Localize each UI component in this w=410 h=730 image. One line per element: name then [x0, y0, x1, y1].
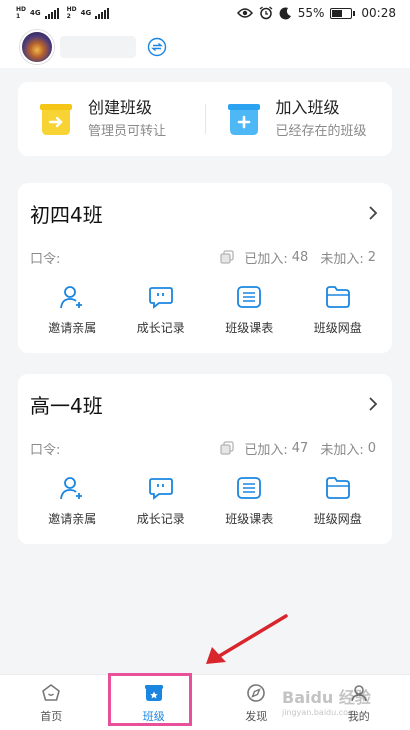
chevron-right-icon[interactable] — [368, 205, 378, 221]
password-label: 口令: — [30, 442, 61, 458]
tool-label: 班级网盘 — [313, 321, 362, 335]
joined-label: 已加入: — [244, 251, 288, 267]
alarm-icon — [259, 6, 273, 20]
create-class-title: 创建班级 — [88, 97, 153, 117]
not-joined-count: 2 — [367, 249, 376, 265]
class-drive-button[interactable]: 班级网盘 — [294, 283, 383, 339]
battery-percent: 55% — [297, 6, 325, 20]
class-tools: 邀请亲属 成长记录 班级课表 班级网盘 — [28, 283, 382, 339]
tool-label: 成长记录 — [136, 512, 185, 526]
join-class-icon — [227, 104, 260, 135]
sim2-label: HD — [66, 6, 77, 13]
create-class-subtitle: 管理员可转让 — [88, 123, 167, 139]
growth-record-button[interactable]: 成长记录 — [117, 283, 206, 339]
username-placeholder — [60, 36, 136, 58]
battery-icon — [330, 7, 356, 19]
top-bar — [0, 26, 410, 68]
nav-home[interactable]: 首页 — [0, 675, 103, 730]
annotation-arrow — [206, 614, 288, 664]
highlight-box — [108, 673, 192, 726]
eye-icon — [236, 8, 253, 18]
class-name: 高一4班 — [30, 393, 103, 418]
home-icon — [40, 682, 62, 704]
class-name: 初四4班 — [30, 202, 103, 227]
class-header[interactable]: 高一4班 — [30, 388, 378, 420]
password-label: 口令: — [30, 251, 61, 267]
net1-label: 4G — [30, 9, 41, 17]
watermark: Baidu 经验 jingyan.baidu.com — [282, 678, 406, 724]
invite-icon — [57, 474, 87, 502]
sim1-number: 1 — [16, 13, 21, 20]
join-class-button[interactable]: 加入班级 已经存在的班级 — [206, 82, 393, 156]
status-bar: HD 1 4G HD 2 4G 55% 00:28 — [0, 0, 410, 26]
nav-discover-label: 发现 — [245, 709, 268, 723]
nav-home-label: 首页 — [40, 709, 63, 723]
watermark-subtext: jingyan.baidu.com — [282, 708, 356, 717]
create-class-icon — [40, 104, 72, 135]
join-class-title: 加入班级 — [275, 97, 340, 117]
sim1-label: HD — [16, 6, 27, 13]
copy-icon[interactable] — [220, 441, 235, 455]
schedule-icon — [234, 283, 264, 311]
not-joined-label: 未加入: — [320, 251, 364, 267]
class-info-row: 口令: 已加入: 47 未加入: 0 — [30, 438, 376, 458]
tool-label: 成长记录 — [136, 321, 185, 335]
folder-icon — [323, 283, 353, 311]
class-schedule-button[interactable]: 班级课表 — [205, 283, 294, 339]
status-time: 00:28 — [361, 6, 396, 20]
join-class-subtitle: 已经存在的班级 — [275, 123, 367, 139]
invite-relatives-button[interactable]: 邀请亲属 — [28, 474, 117, 530]
signal2-icon — [95, 7, 110, 19]
watermark-text: Baidu 经验 — [282, 688, 371, 707]
copy-icon[interactable] — [220, 250, 235, 264]
joined-label: 已加入: — [244, 442, 288, 458]
chevron-right-icon[interactable] — [368, 396, 378, 412]
joined-count: 48 — [291, 249, 309, 265]
growth-record-button[interactable]: 成长记录 — [117, 474, 206, 530]
tool-label: 邀请亲属 — [48, 512, 97, 526]
sim2-indicator: HD 2 — [67, 6, 77, 20]
status-right: 55% 00:28 — [236, 6, 396, 20]
signal1-icon — [44, 7, 59, 19]
tool-label: 邀请亲属 — [48, 321, 97, 335]
sim2-number: 2 — [66, 13, 71, 20]
class-actions-card: 创建班级 管理员可转让 加入班级 已经存在的班级 — [18, 82, 392, 156]
net2-label: 4G — [80, 9, 92, 17]
growth-record-icon — [146, 283, 176, 311]
class-tools: 邀请亲属 成长记录 班级课表 班级网盘 — [28, 474, 382, 530]
avatar[interactable] — [20, 30, 54, 64]
create-class-button[interactable]: 创建班级 管理员可转让 — [18, 82, 205, 156]
joined-count: 47 — [291, 440, 309, 456]
status-left: HD 1 4G HD 2 4G — [16, 6, 110, 20]
class-header[interactable]: 初四4班 — [30, 197, 378, 229]
tool-label: 班级课表 — [225, 321, 274, 335]
invite-icon — [57, 283, 87, 311]
folder-icon — [323, 474, 353, 502]
switch-icon[interactable] — [144, 34, 170, 60]
class-card[interactable]: 初四4班 口令: 已加入: 48 未加入: 2 邀请亲属 成长记录 班级课表 班… — [18, 183, 392, 353]
not-joined-count: 0 — [367, 440, 376, 456]
growth-record-icon — [146, 474, 176, 502]
class-drive-button[interactable]: 班级网盘 — [294, 474, 383, 530]
schedule-icon — [234, 474, 264, 502]
class-schedule-button[interactable]: 班级课表 — [205, 474, 294, 530]
compass-icon — [245, 682, 267, 704]
class-info-row: 口令: 已加入: 48 未加入: 2 — [30, 247, 376, 267]
moon-icon — [279, 6, 291, 19]
not-joined-label: 未加入: — [320, 442, 364, 458]
tool-label: 班级网盘 — [313, 512, 362, 526]
class-card[interactable]: 高一4班 口令: 已加入: 47 未加入: 0 邀请亲属 成长记录 班级课表 班… — [18, 374, 392, 544]
tool-label: 班级课表 — [225, 512, 274, 526]
invite-relatives-button[interactable]: 邀请亲属 — [28, 283, 117, 339]
sim1-indicator: HD 1 — [16, 6, 26, 20]
